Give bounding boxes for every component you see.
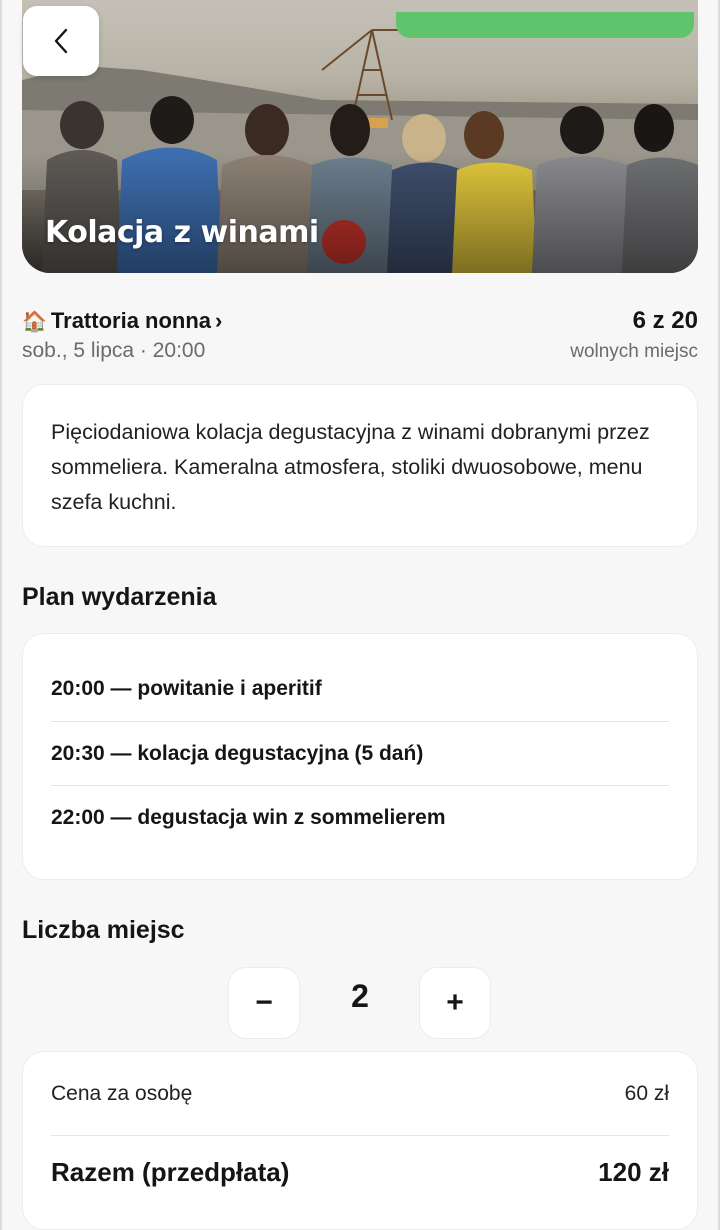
unit-price-row: Cena za osobę 60 zł: [51, 1052, 669, 1136]
decrease-quantity-button[interactable]: −: [228, 967, 300, 1039]
back-button[interactable]: [23, 6, 99, 76]
venue-link[interactable]: 🏠 Trattoria nonna ›: [22, 308, 222, 334]
venue-name: Trattoria nonna: [50, 308, 212, 333]
event-description: Pięciodaniowa kolacja degustacyjna z win…: [51, 420, 650, 514]
plan-section-title: Plan wydarzenia: [22, 583, 217, 611]
plan-item: 20:00 — powitanie i aperitif: [51, 656, 669, 722]
seats-available-label: wolnych miejsc: [570, 341, 698, 362]
total-price-value: 120 zł: [598, 1156, 669, 1187]
chevron-left-icon: [54, 28, 68, 54]
increase-quantity-button[interactable]: +: [419, 967, 491, 1039]
frame-edge-left: [0, 0, 2, 1230]
unit-price-label: Cena za osobę: [51, 1081, 193, 1105]
plan-card: 20:00 — powitanie i aperitif 20:30 — kol…: [22, 633, 698, 880]
plus-icon: +: [446, 986, 464, 1019]
hero-gradient-overlay: [22, 153, 698, 273]
seats-available-count: 6 z 20: [632, 307, 698, 334]
seats-section-title: Liczba miejsc: [22, 916, 185, 944]
unit-price-value: 60 zł: [624, 1081, 669, 1105]
event-title: Kolacja z winami: [45, 215, 319, 250]
price-summary-card: Cena za osobę 60 zł Razem (przedpłata) 1…: [22, 1051, 698, 1230]
minus-icon: −: [255, 986, 273, 1019]
total-price-label: Razem (przedpłata): [51, 1156, 290, 1187]
event-hero-image: Kolacja z winami: [22, 0, 698, 273]
event-datetime: sob., 5 lipca · 20:00: [22, 339, 206, 362]
plan-item: 20:30 — kolacja degustacyjna (5 dań): [51, 722, 669, 786]
status-badge: [396, 12, 694, 38]
total-price-row: Razem (przedpłata) 120 zł: [51, 1136, 669, 1208]
chevron-right-icon: ›: [215, 308, 223, 333]
house-icon: 🏠: [22, 310, 47, 333]
plan-item: 22:00 — degustacja win z sommelierem: [51, 806, 446, 829]
description-card: Pięciodaniowa kolacja degustacyjna z win…: [22, 384, 698, 547]
quantity-value: 2: [351, 978, 369, 1014]
